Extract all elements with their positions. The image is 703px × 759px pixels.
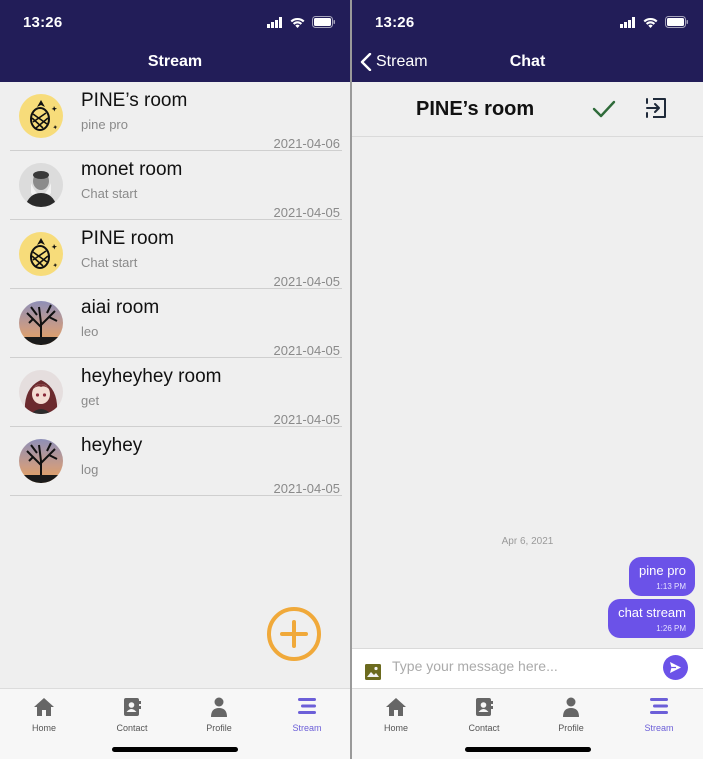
signal-icon [620,16,635,28]
tab-label: Stream [644,723,674,733]
status-icons [620,14,689,30]
home-indicator [464,747,591,752]
message-bubble: pine pro 1:13 PM [629,557,695,596]
message-time: 1:13 PM [656,582,686,591]
tab-profile[interactable]: Profile [527,689,615,739]
image-attach-icon[interactable] [364,663,382,681]
room-last-message: pine pro [81,117,128,132]
battery-icon [312,16,335,28]
tab-home[interactable]: Home [0,689,88,739]
room-date: 2021-04-05 [273,481,341,496]
tab-label: Contact [468,723,500,733]
navigation-bar: 13:26 Stream Chat [352,0,703,82]
home-icon [34,698,54,716]
exit-room-icon[interactable] [644,96,668,120]
add-room-button[interactable] [267,607,321,661]
contact-book-icon [476,698,493,716]
room-date: 2021-04-05 [273,205,341,220]
status-icons [267,14,336,30]
message-bubble: chat stream 1:26 PM [608,599,695,638]
stream-lines-icon [650,698,668,714]
send-button[interactable] [663,655,688,680]
avatar [19,301,63,345]
room-list: PINE’s room pine pro 2021-04-06 monet ro… [10,82,342,496]
room-name: heyheyhey room [81,366,222,387]
tab-home[interactable]: Home [352,689,440,739]
room-last-message: leo [81,324,99,339]
avatar [19,232,63,276]
battery-icon [665,16,688,28]
room-name: heyhey [81,435,143,456]
tab-stream[interactable]: Stream [263,689,350,739]
send-icon [670,662,681,673]
home-icon [386,698,406,716]
room-date: 2021-04-05 [273,412,341,427]
navigation-bar: 13:26 Stream [0,0,350,82]
chat-header: PINE’s room [352,82,703,137]
tab-label: Stream [292,723,322,733]
tab-label: Home [383,723,408,733]
wifi-icon [290,17,305,28]
pineapple-icon [30,100,58,131]
room-name: PINE room [81,228,174,249]
tab-label: Profile [558,723,584,733]
tab-bar: Home Contact Profile Stream [0,688,350,759]
contact-book-icon [124,698,141,716]
avatar [19,163,63,207]
wifi-icon [643,17,658,28]
avatar [19,94,63,138]
message-time: 1:26 PM [656,624,686,633]
message-text: chat stream [618,605,686,620]
avatar [19,439,63,483]
room-row[interactable]: monet room Chat start 2021-04-05 [10,151,342,220]
person-icon [563,697,579,717]
room-name: PINE’s room [81,90,188,111]
message-input[interactable] [392,655,652,677]
page-title: Chat [509,53,546,70]
signal-icon [267,16,282,28]
room-name: monet room [81,159,183,180]
room-last-message: get [81,393,100,408]
home-indicator [112,747,238,752]
message-composer [352,648,703,688]
status-time: 13:26 [23,14,63,31]
chat-screen: 13:26 Stream Chat PINE’s room Apr 6, 202… [352,0,703,759]
room-name: aiai room [81,297,160,318]
portrait-photo [19,163,63,207]
status-time: 13:26 [375,14,415,31]
room-row[interactable]: PINE’s room pine pro 2021-04-06 [10,82,342,151]
room-row[interactable]: aiai room leo 2021-04-05 [10,289,342,358]
tree-sunset-photo [19,301,63,345]
tab-label: Home [31,723,56,733]
room-date: 2021-04-05 [273,343,341,358]
room-date: 2021-04-05 [273,274,341,289]
room-last-message: Chat start [81,255,138,270]
tab-contact[interactable]: Contact [440,689,528,739]
anime-girl-photo [19,370,63,414]
tab-contact[interactable]: Contact [88,689,176,739]
checkmark-icon[interactable] [592,99,616,119]
room-row[interactable]: heyheyhey room get 2021-04-05 [10,358,342,427]
room-row[interactable]: heyhey log 2021-04-05 [10,427,342,496]
person-icon [211,697,227,717]
room-date: 2021-04-06 [273,136,341,151]
room-last-message: log [81,462,99,477]
page-title: Stream [147,53,203,70]
tree-sunset-photo [19,439,63,483]
chat-room-title: PINE’s room [416,98,535,120]
pineapple-icon [30,238,58,269]
tab-bar: Home Contact Profile Stream [352,688,703,759]
tab-label: Profile [206,723,232,733]
tab-stream[interactable]: Stream [615,689,703,739]
message-text: pine pro [639,563,686,578]
date-separator: Apr 6, 2021 [501,536,554,547]
tab-profile[interactable]: Profile [175,689,263,739]
room-row[interactable]: PINE room Chat start 2021-04-05 [10,220,342,289]
avatar [19,370,63,414]
plus-icon [280,620,308,648]
stream-screen: 13:26 Stream PINE’s room pine pro 2021-0… [0,0,350,759]
tab-label: Contact [116,723,148,733]
room-last-message: Chat start [81,186,138,201]
stream-lines-icon [298,698,316,714]
